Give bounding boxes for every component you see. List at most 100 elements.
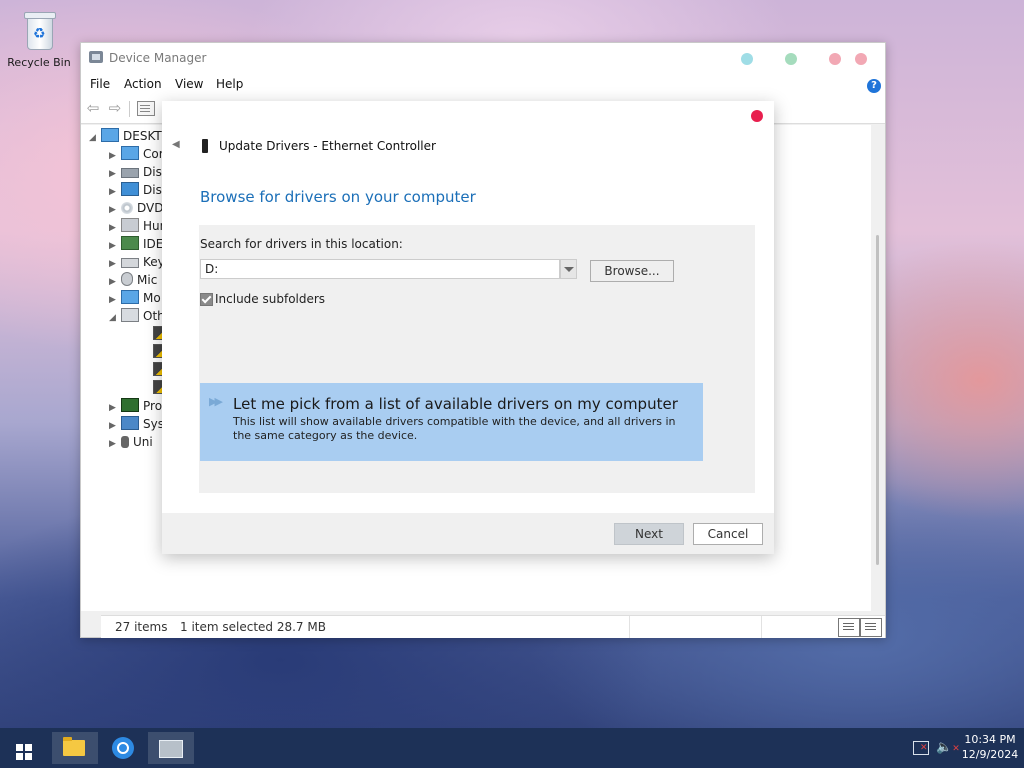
taskbar-device-manager[interactable]	[148, 732, 194, 764]
mouse-icon	[121, 272, 133, 286]
tree-item[interactable]: ▶ Hun	[109, 217, 167, 235]
window-title: Device Manager	[109, 51, 207, 65]
usb-icon	[121, 436, 129, 448]
tree-item-label: Pro	[143, 399, 163, 413]
tree-item-label: Uni	[133, 435, 153, 449]
pick-option-description: This list will show available drivers co…	[233, 415, 676, 442]
tree-item[interactable]: ▶ Uni	[109, 433, 153, 451]
details-view-icon[interactable]	[838, 618, 860, 637]
tree-item[interactable]: ▶ Mic	[109, 271, 157, 289]
path-dropdown-icon[interactable]	[560, 259, 577, 279]
other-icon	[121, 308, 139, 322]
tree-item[interactable]: ▶ Pro	[109, 397, 162, 415]
clock-date: 12/9/2024	[961, 748, 1019, 761]
expand-arrow-icon[interactable]: ◢	[109, 309, 121, 327]
browse-button[interactable]: Browse...	[590, 260, 674, 282]
display-icon	[121, 182, 139, 196]
pick-option-title: Let me pick from a list of available dri…	[233, 395, 678, 413]
hid-icon	[121, 218, 139, 232]
tree-item-label: IDE	[143, 237, 164, 251]
processor-icon	[121, 398, 139, 412]
clock-time: 10:34 PM	[964, 733, 1016, 746]
dialog-header: ◀ Update Drivers - Ethernet Controller	[162, 101, 774, 165]
taskbar-file-explorer[interactable]	[52, 732, 98, 764]
tree-item[interactable]: ▶ Mo	[109, 289, 161, 307]
list-view-icon[interactable]	[860, 618, 882, 637]
menu-file[interactable]: File	[90, 77, 110, 91]
clock[interactable]: 10:34 PM 12/9/2024	[960, 732, 1020, 762]
recycle-bin-icon: ♻	[21, 8, 57, 52]
disk-icon	[121, 168, 139, 178]
volume-muted-icon[interactable]: 🔈✕	[936, 740, 960, 755]
search-location-label: Search for drivers in this location:	[200, 237, 403, 251]
menu-view[interactable]: View	[175, 77, 203, 91]
tree-item[interactable]: ▶ Cor	[109, 145, 164, 163]
tree-item[interactable]: ▶ Key	[109, 253, 165, 271]
update-drivers-dialog: ◀ Update Drivers - Ethernet Controller B…	[162, 101, 774, 554]
dvd-icon	[121, 202, 133, 214]
include-subfolders-label[interactable]: Include subfolders	[215, 292, 325, 306]
include-subfolders-checkbox[interactable]	[200, 293, 213, 306]
tree-item-label: Mic	[137, 273, 158, 287]
back-arrow-icon[interactable]: ⇦	[84, 100, 102, 116]
monitor-icon	[121, 290, 139, 304]
dialog-title: Update Drivers - Ethernet Controller	[219, 139, 436, 153]
computer-icon	[101, 128, 119, 142]
back-icon[interactable]: ◀	[172, 139, 180, 150]
status-divider	[761, 616, 762, 638]
page-heading: Browse for drivers on your computer	[200, 188, 476, 206]
close-button[interactable]	[829, 53, 841, 65]
start-button[interactable]	[0, 732, 46, 764]
expand-arrow-icon[interactable]: ▶	[109, 435, 121, 453]
title-bar[interactable]: Device Manager	[81, 43, 885, 73]
windows-start-icon	[16, 744, 32, 760]
tree-item[interactable]: ▶ Disk	[109, 163, 169, 181]
dialog-footer: Next Cancel	[162, 513, 774, 554]
minimize-button[interactable]	[741, 53, 753, 65]
tree-item-label: DVD	[137, 201, 164, 215]
cancel-button[interactable]: Cancel	[693, 523, 763, 545]
browser-icon	[112, 737, 134, 759]
tree-item[interactable]: ▶ Disp	[109, 181, 169, 199]
tree-item[interactable]: ◢ Oth	[109, 307, 165, 325]
next-button[interactable]: Next	[614, 523, 684, 545]
dialog-body: Browse for drivers on your computer Sear…	[162, 165, 774, 513]
recycle-bin-label: Recycle Bin	[7, 56, 71, 69]
keyboard-icon	[121, 258, 139, 268]
tree-item[interactable]: ▶ DVD	[109, 199, 163, 217]
tree-item-label: Cor	[143, 147, 164, 161]
scrollbar-thumb[interactable]	[876, 235, 879, 565]
properties-icon[interactable]	[137, 101, 155, 116]
tree-item[interactable]: ▶ Syst	[109, 415, 169, 433]
status-bar: 27 items 1 item selected 28.7 MB	[101, 615, 885, 638]
help-icon[interactable]: ?	[867, 79, 881, 93]
taskbar	[0, 728, 1024, 768]
network-disconnected-icon[interactable]	[913, 741, 929, 755]
device-manager-icon	[159, 740, 183, 758]
toolbar-separator	[129, 101, 130, 117]
folder-icon	[63, 737, 85, 756]
pick-from-list-option[interactable]: ▶▶ Let me pick from a list of available …	[200, 383, 703, 461]
recycle-bin-shortcut[interactable]: ♻ Recycle Bin	[6, 8, 72, 69]
menu-bar: File Action View Help	[81, 73, 885, 95]
vertical-scrollbar[interactable]	[871, 125, 885, 611]
dialog-close-button[interactable]	[751, 110, 763, 122]
taskbar-browser[interactable]	[101, 732, 147, 764]
tree-item[interactable]: ◢ DESKTO	[89, 127, 171, 145]
close-button-shadow	[855, 53, 867, 65]
device-manager-app-icon	[89, 51, 103, 63]
status-divider	[629, 616, 630, 638]
driver-path-input[interactable]: D:	[200, 259, 560, 279]
status-item-count: 27 items	[115, 620, 168, 634]
double-arrow-icon: ▶▶	[209, 395, 223, 408]
status-selection: 1 item selected 28.7 MB	[180, 620, 326, 634]
forward-arrow-icon[interactable]: ⇨	[106, 100, 124, 116]
tree-item-label: Mo	[143, 291, 161, 305]
expand-arrow-icon[interactable]: ◢	[89, 129, 101, 147]
maximize-button[interactable]	[785, 53, 797, 65]
menu-help[interactable]: Help	[216, 77, 243, 91]
tree-item[interactable]: ▶ IDE	[109, 235, 163, 253]
ethernet-device-icon	[202, 139, 208, 153]
system-icon	[121, 416, 139, 430]
menu-action[interactable]: Action	[124, 77, 162, 91]
